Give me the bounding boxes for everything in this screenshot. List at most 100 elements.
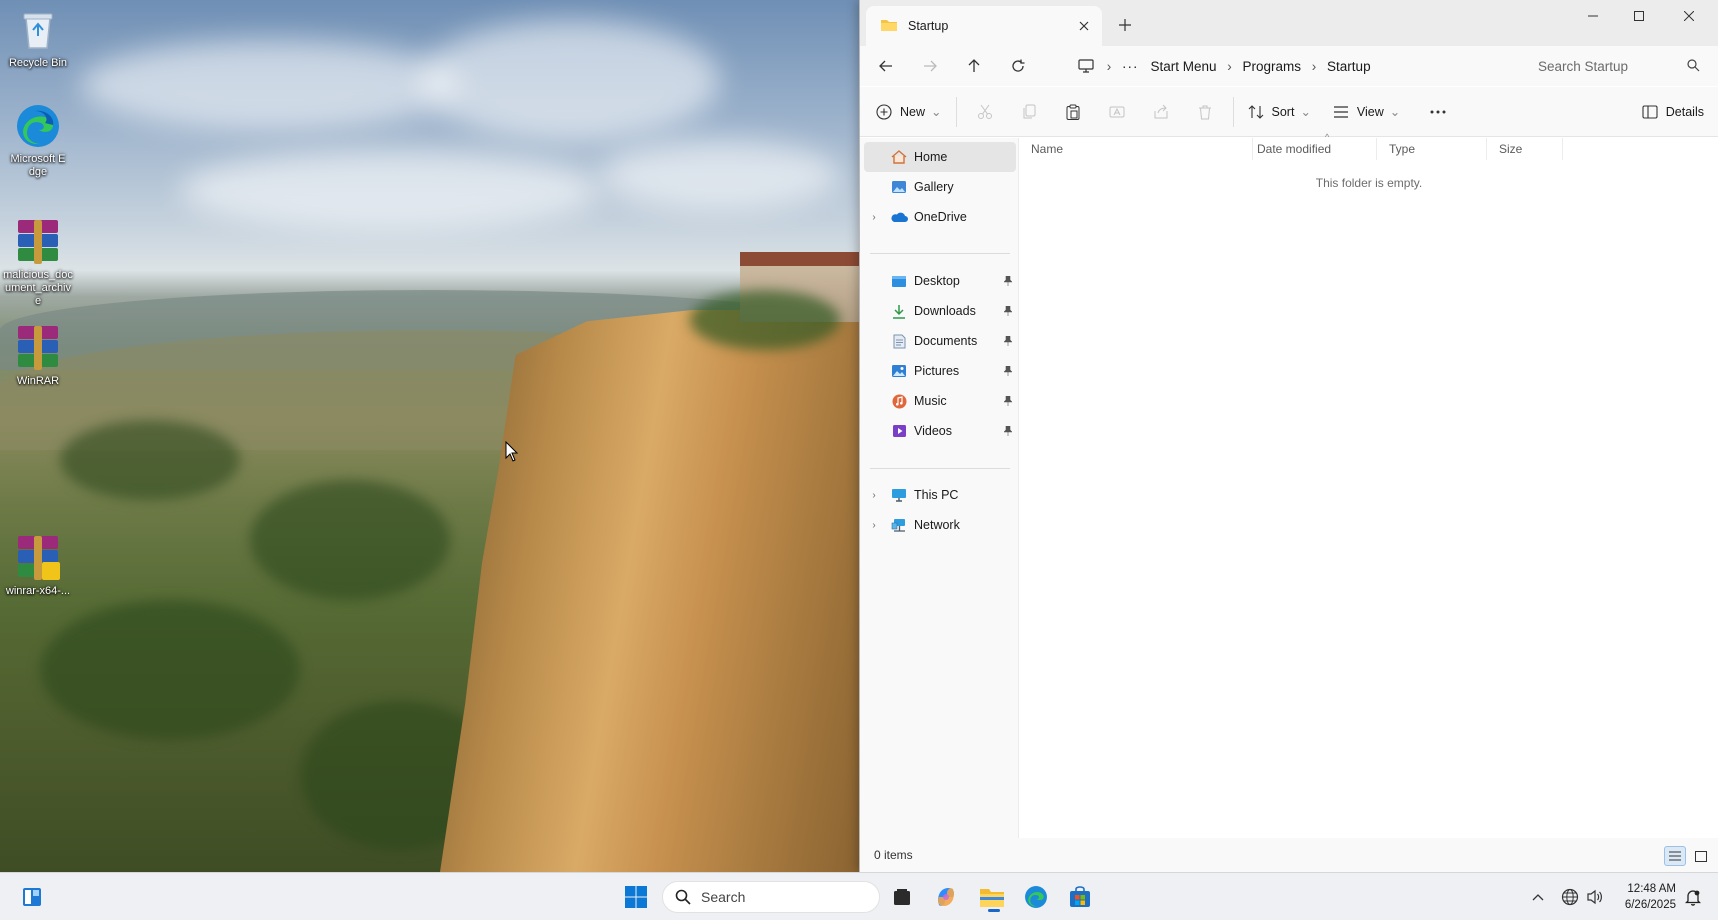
breadcrumb-overflow[interactable]: ···: [1116, 59, 1145, 74]
globe-network-icon: [1561, 888, 1579, 906]
store-taskbar-button[interactable]: [1062, 879, 1098, 915]
column-header-type[interactable]: Type: [1377, 138, 1487, 160]
pin-icon[interactable]: [1003, 335, 1013, 349]
sidebar-item-documents[interactable]: Documents: [864, 326, 1016, 356]
forward-button[interactable]: [910, 50, 950, 82]
sidebar-item-onedrive[interactable]: › OneDrive: [864, 202, 1016, 232]
active-indicator: [988, 909, 1000, 912]
file-explorer-taskbar-button[interactable]: [974, 879, 1010, 915]
new-tab-button[interactable]: [1110, 10, 1140, 40]
edge-taskbar-button[interactable]: [1018, 879, 1054, 915]
chevron-right-icon[interactable]: ›: [864, 520, 884, 531]
sidebar-item-videos[interactable]: Videos: [864, 416, 1016, 446]
pin-icon[interactable]: [1003, 425, 1013, 439]
document-icon: [890, 333, 908, 349]
widgets-button[interactable]: [14, 879, 50, 915]
details-button[interactable]: Details: [1642, 94, 1704, 130]
column-header-date-modified[interactable]: Date modified: [1245, 138, 1377, 160]
maximize-button[interactable]: [1616, 0, 1662, 32]
paste-button[interactable]: [1051, 94, 1095, 130]
videos-icon: [890, 423, 908, 439]
file-explorer-window: Startup › ··· Start Menu › Programs › St…: [859, 0, 1718, 872]
breadcrumb-start-menu[interactable]: Start Menu: [1145, 59, 1223, 74]
cut-button[interactable]: [963, 94, 1007, 130]
sidebar-item-gallery[interactable]: Gallery: [864, 172, 1016, 202]
task-view-button[interactable]: [884, 879, 920, 915]
divider: [1232, 96, 1234, 127]
pin-icon[interactable]: [1003, 365, 1013, 379]
chevron-right-icon[interactable]: ›: [864, 212, 884, 223]
show-hidden-icons-button[interactable]: [1528, 887, 1548, 907]
mouse-cursor-icon: [505, 440, 519, 466]
desktop-icon-recycle-bin[interactable]: Recycle Bin: [0, 6, 76, 70]
taskbar: Search 12:48 AM 6/26/2025: [0, 872, 1718, 920]
chevron-right-icon[interactable]: ›: [864, 490, 884, 501]
view-button[interactable]: View ⌄: [1325, 94, 1408, 130]
folder-icon: [880, 18, 898, 35]
column-label: Size: [1499, 142, 1523, 156]
rename-button[interactable]: [1095, 94, 1139, 130]
notifications-button[interactable]: [1683, 887, 1703, 907]
minimize-icon: [1588, 15, 1598, 17]
desktop-icon-malicious-archive[interactable]: malicious_document_archive: [0, 218, 76, 308]
refresh-button[interactable]: [998, 50, 1038, 82]
volume-tray-icon[interactable]: [1585, 887, 1605, 907]
rename-icon: [1109, 106, 1124, 117]
desktop-icon-winrar-installer[interactable]: winrar-x64-...: [0, 534, 76, 598]
sidebar-item-label: OneDrive: [914, 210, 967, 224]
sidebar-item-home[interactable]: Home: [864, 142, 1016, 172]
sidebar-item-downloads[interactable]: Downloads: [864, 296, 1016, 326]
sidebar-item-label: Home: [914, 150, 948, 164]
up-button[interactable]: [954, 50, 994, 82]
close-button[interactable]: [1666, 0, 1712, 32]
back-button[interactable]: [866, 50, 906, 82]
desktop-icon-edge[interactable]: Microsoft Edge: [0, 102, 76, 179]
sidebar-item-desktop[interactable]: Desktop: [864, 266, 1016, 296]
copilot-button[interactable]: [928, 879, 964, 915]
file-list-area[interactable]: ^ Name Date modified Type Size This fold…: [1018, 132, 1718, 838]
widgets-icon: [23, 888, 41, 906]
maximize-icon: [1634, 11, 1644, 21]
breadcrumb-programs[interactable]: Programs: [1237, 59, 1308, 74]
details-view-toggle[interactable]: [1664, 846, 1686, 866]
sidebar-item-pictures[interactable]: Pictures: [864, 356, 1016, 386]
tiles-view-toggle[interactable]: [1690, 846, 1712, 866]
pin-icon[interactable]: [1003, 305, 1013, 319]
chevron-right-icon: ›: [1227, 58, 1232, 74]
sidebar-item-this-pc[interactable]: › This PC: [864, 480, 1016, 510]
sidebar-item-label: Downloads: [914, 304, 976, 318]
view-list-icon: [1333, 105, 1348, 118]
minimize-button[interactable]: [1570, 0, 1616, 32]
view-label: View: [1356, 104, 1384, 119]
pin-icon[interactable]: [1003, 395, 1013, 409]
winrar-icon: [14, 324, 62, 372]
tab-close-icon[interactable]: [1070, 12, 1098, 40]
address-bar[interactable]: › ··· Start Menu › Programs › Startup: [1068, 50, 1478, 82]
taskbar-search-label: Search: [701, 889, 746, 905]
pin-icon[interactable]: [1003, 275, 1013, 289]
taskbar-search-box[interactable]: Search: [662, 881, 880, 913]
new-button[interactable]: New ⌄: [868, 94, 950, 130]
copy-button[interactable]: [1007, 94, 1051, 130]
desktop-icon-winrar[interactable]: WinRAR: [0, 324, 76, 388]
trash-icon: [1198, 105, 1211, 119]
column-header-size[interactable]: Size: [1487, 138, 1563, 160]
column-header-name[interactable]: Name: [1019, 138, 1253, 160]
sidebar-item-music[interactable]: Music: [864, 386, 1016, 416]
delete-button[interactable]: [1183, 94, 1227, 130]
taskbar-clock[interactable]: 12:48 AM 6/26/2025: [1610, 881, 1676, 913]
arrow-right-icon: [924, 60, 937, 72]
sidebar-item-network[interactable]: › Network: [864, 510, 1016, 540]
tab-startup[interactable]: Startup: [866, 6, 1102, 46]
winrar-installer-icon: [14, 534, 62, 582]
chevron-right-icon: ›: [1106, 58, 1112, 74]
more-options-button[interactable]: [1416, 94, 1460, 130]
sort-button[interactable]: Sort ⌄: [1240, 94, 1319, 130]
share-button[interactable]: [1139, 94, 1183, 130]
item-count: 0 items: [874, 848, 913, 862]
network-tray-icon[interactable]: [1560, 887, 1580, 907]
search-input[interactable]: Search Startup: [1528, 50, 1710, 82]
desktop-icon-label: winrar-x64-...: [5, 585, 71, 597]
start-button[interactable]: [618, 879, 654, 915]
breadcrumb-startup[interactable]: Startup: [1321, 59, 1377, 74]
